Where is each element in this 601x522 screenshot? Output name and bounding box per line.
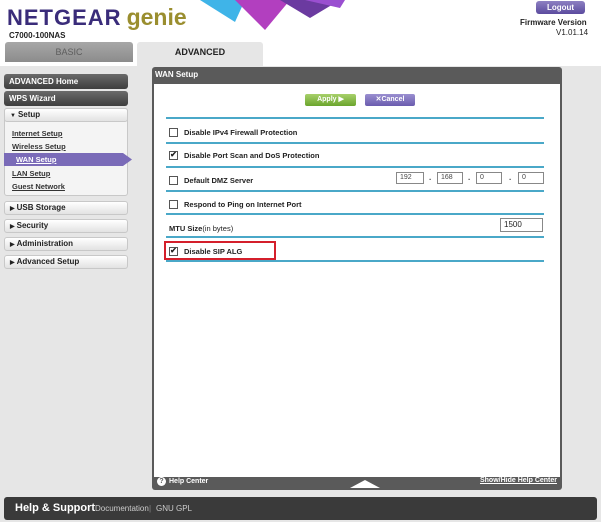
sidebar-item-wps-wizard[interactable]: WPS Wizard bbox=[4, 91, 128, 106]
divider bbox=[166, 142, 544, 144]
sidebar-item-label: Setup bbox=[17, 110, 41, 119]
divider bbox=[166, 117, 544, 119]
help-center-label: Help Center bbox=[169, 478, 209, 485]
sidebar-item-label: Security bbox=[16, 221, 49, 230]
divider bbox=[166, 190, 544, 192]
apply-label: Apply bbox=[317, 96, 337, 103]
triangle-right-icon: ▶ bbox=[10, 206, 15, 212]
dmz-ip-octet-1[interactable]: 192 bbox=[396, 172, 424, 184]
help-center-link[interactable]: ? Help Center bbox=[157, 477, 208, 486]
mtu-label: MTU Size bbox=[169, 223, 203, 233]
sidebar-item-wireless-setup[interactable]: Wireless Setup bbox=[12, 142, 66, 151]
sidebar-item-usb-storage[interactable]: ▶ USB Storage bbox=[4, 201, 128, 215]
sidebar-item-advanced-home[interactable]: ADVANCED Home bbox=[4, 74, 128, 89]
sidebar-item-label: USB Storage bbox=[16, 203, 66, 212]
triangle-right-icon: ▶ bbox=[10, 242, 15, 248]
dmz-ip-octet-3[interactable]: 0 bbox=[476, 172, 502, 184]
option-dmz: Default DMZ Server bbox=[169, 174, 253, 186]
sidebar-item-security[interactable]: ▶ Security bbox=[4, 219, 128, 233]
mtu-unit-note: (in bytes) bbox=[202, 223, 234, 233]
firmware-label: Firmware Version bbox=[520, 18, 587, 27]
sidebar-item-administration[interactable]: ▶ Administration bbox=[4, 237, 128, 251]
logout-button[interactable]: Logout bbox=[536, 1, 585, 14]
ping-checkbox[interactable] bbox=[169, 199, 178, 209]
option-port-scan: ✔ Disable Port Scan and DoS Protection bbox=[169, 149, 319, 161]
brand-name: NETGEAR bbox=[7, 5, 122, 30]
sidebar-item-guest-network[interactable]: Guest Network bbox=[12, 182, 65, 191]
documentation-link[interactable]: Documentation bbox=[95, 504, 149, 513]
panel-title: WAN Setup bbox=[155, 70, 199, 79]
sidebar-item-internet-setup[interactable]: Internet Setup bbox=[12, 129, 62, 138]
sidebar-item-lan-setup[interactable]: LAN Setup bbox=[12, 169, 50, 178]
netgear-genie-logo: NETGEAR genie bbox=[7, 4, 187, 30]
ip-dot: . bbox=[429, 173, 432, 182]
ipv4-firewall-checkbox[interactable] bbox=[169, 127, 178, 137]
dmz-ip-octet-2[interactable]: 168 bbox=[437, 172, 463, 184]
tab-basic[interactable]: BASIC bbox=[5, 42, 133, 62]
ip-dot: . bbox=[468, 173, 471, 182]
highlight-box bbox=[164, 241, 276, 260]
divider bbox=[166, 213, 544, 215]
sidebar-item-wan-setup[interactable]: WAN Setup bbox=[4, 153, 132, 166]
panel-content: Apply ▶ ✕Cancel Disable IPv4 Firewall Pr… bbox=[154, 84, 560, 477]
cancel-label: Cancel bbox=[381, 96, 405, 103]
show-hide-help-center-link[interactable]: Show/Hide Help Center bbox=[480, 477, 557, 484]
option-label: Respond to Ping on Internet Port bbox=[184, 199, 302, 209]
port-scan-checkbox[interactable]: ✔ bbox=[169, 150, 178, 160]
help-support-bar: Help & Support Documentation | GNU GPL bbox=[4, 497, 597, 520]
triangle-right-icon: ▶ bbox=[10, 260, 15, 266]
product-name: genie bbox=[126, 4, 187, 30]
ip-dot: . bbox=[509, 173, 512, 182]
apply-button[interactable]: Apply ▶ bbox=[305, 94, 356, 106]
separator: | bbox=[149, 504, 152, 513]
wan-setup-panel: WAN Setup Apply ▶ ✕Cancel Disable IPv4 F… bbox=[152, 67, 562, 490]
firmware-version: V1.01.14 bbox=[556, 28, 589, 37]
play-icon: ▶ bbox=[338, 96, 344, 103]
divider bbox=[166, 166, 544, 168]
header: NETGEAR genie C7000-100NAS Logout Firmwa… bbox=[0, 0, 601, 66]
sidebar-item-label: Administration bbox=[16, 239, 74, 248]
option-label: Disable IPv4 Firewall Protection bbox=[184, 127, 298, 137]
sidebar-item-setup[interactable]: ▼ Setup bbox=[4, 108, 128, 122]
expand-arrow-icon[interactable] bbox=[350, 480, 380, 488]
option-ping: Respond to Ping on Internet Port bbox=[169, 198, 302, 210]
mtu-row: MTU Size (in bytes) bbox=[169, 222, 233, 234]
mtu-size-input[interactable]: 1500 bbox=[500, 218, 543, 232]
dmz-ip-octet-4[interactable]: 0 bbox=[518, 172, 544, 184]
cancel-button[interactable]: ✕Cancel bbox=[365, 94, 415, 106]
option-label: Disable Port Scan and DoS Protection bbox=[184, 150, 320, 160]
dmz-checkbox[interactable] bbox=[169, 175, 178, 185]
option-label: Default DMZ Server bbox=[184, 175, 254, 185]
help-icon: ? bbox=[157, 477, 166, 486]
panel-footer: ? Help Center Show/Hide Help Center bbox=[152, 475, 562, 490]
help-support-title: Help & Support bbox=[15, 502, 96, 514]
triangle-down-icon: ▼ bbox=[10, 113, 16, 119]
triangle-right-icon: ▶ bbox=[10, 224, 15, 230]
divider bbox=[166, 260, 544, 262]
header-decoration bbox=[200, 0, 345, 30]
option-ipv4-firewall: Disable IPv4 Firewall Protection bbox=[169, 126, 297, 138]
divider bbox=[166, 236, 544, 238]
tab-advanced[interactable]: ADVANCED bbox=[137, 42, 263, 66]
sidebar-item-label: Advanced Setup bbox=[16, 257, 80, 266]
gnu-gpl-link[interactable]: GNU GPL bbox=[156, 504, 192, 513]
model-number: C7000-100NAS bbox=[9, 31, 66, 40]
sidebar-item-advanced-setup[interactable]: ▶ Advanced Setup bbox=[4, 255, 128, 269]
